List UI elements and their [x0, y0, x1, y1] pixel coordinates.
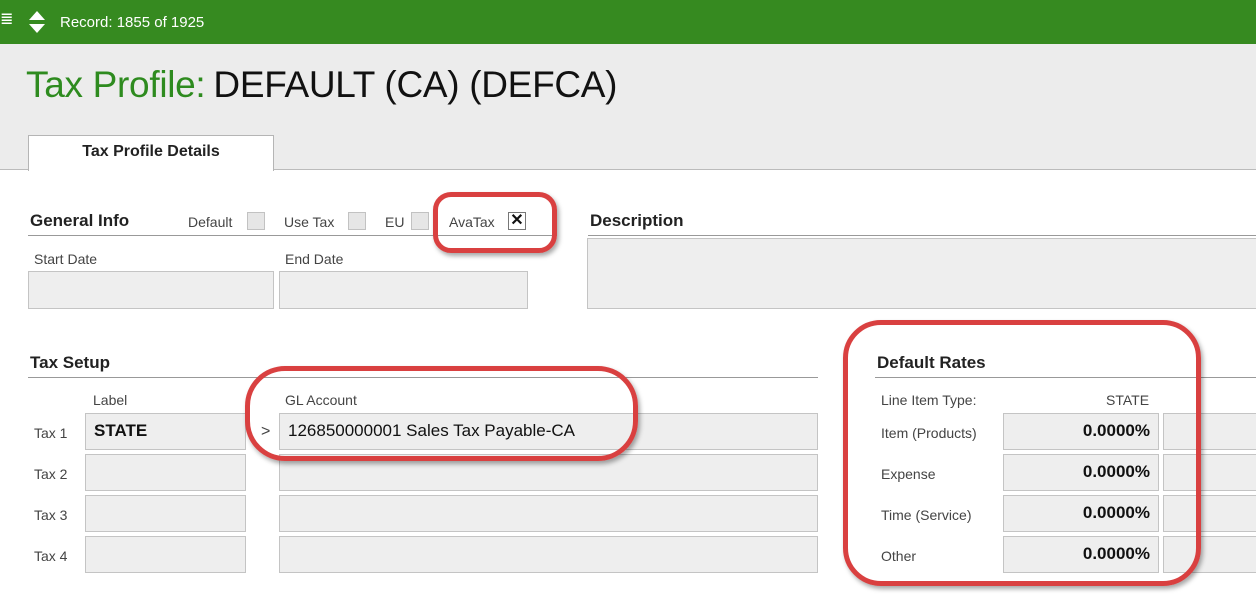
default-checkbox[interactable]	[247, 212, 265, 230]
record-counter: Record: 1855 of 1925	[60, 14, 205, 31]
page-title-label: Tax Profile:	[26, 64, 206, 105]
description-heading: Description	[590, 211, 684, 230]
tax-setup-heading: Tax Setup	[30, 353, 110, 372]
tax-3-gl-account-field[interactable]	[279, 495, 818, 532]
gl-account-header: GL Account	[285, 392, 357, 408]
tax-4-gl-account-field[interactable]	[279, 536, 818, 573]
general-info-heading: General Info	[30, 211, 130, 230]
tax-2-gl-account-field[interactable]	[279, 454, 818, 491]
end-date-field[interactable]	[279, 271, 528, 309]
tax-1-label-field[interactable]: STATE	[85, 413, 246, 450]
tax-2-name: Tax 2	[34, 466, 68, 482]
eu-checkbox[interactable]	[411, 212, 429, 230]
tax-1-gl-account-field[interactable]: 126850000001 Sales Tax Payable-CA	[279, 413, 818, 450]
description-field[interactable]	[587, 238, 1256, 309]
menu-icon[interactable]: ≣	[0, 12, 13, 28]
default-rates-divider	[875, 377, 1256, 378]
rate-type-other: Other	[881, 548, 917, 564]
default-rates-heading: Default Rates	[877, 353, 986, 372]
page-title-value: DEFAULT (CA) (DEFCA)	[213, 64, 618, 105]
time-rate-field[interactable]: 0.0000%	[1003, 495, 1159, 532]
other-rate-field[interactable]: 0.0000%	[1003, 536, 1159, 573]
page-title: Tax Profile: DEFAULT (CA) (DEFCA)	[26, 64, 617, 106]
record-toolbar: ≣ Record: 1855 of 1925	[0, 0, 1256, 44]
avatax-checkbox[interactable]: ✕	[508, 212, 526, 230]
tax-1-name: Tax 1	[34, 425, 68, 441]
item-rate-extra-field[interactable]	[1163, 413, 1256, 450]
tax-4-name: Tax 4	[34, 548, 68, 564]
tax-2-label-field[interactable]	[85, 454, 246, 491]
end-date-label: End Date	[285, 251, 344, 267]
expense-rate-extra-field[interactable]	[1163, 454, 1256, 491]
tax-3-name: Tax 3	[34, 507, 68, 523]
gl-account-lookup-icon[interactable]: >	[261, 423, 270, 441]
item-rate-field[interactable]: 0.0000%	[1003, 413, 1159, 450]
tab-tax-profile-details[interactable]: Tax Profile Details	[28, 135, 274, 171]
line-item-type-header: Line Item Type:	[881, 392, 977, 408]
tax-4-label-field[interactable]	[85, 536, 246, 573]
use-tax-checkbox[interactable]	[348, 212, 366, 230]
state-rate-header: STATE	[1106, 392, 1150, 408]
expense-rate-field[interactable]: 0.0000%	[1003, 454, 1159, 491]
use-tax-flag-label: Use Tax	[284, 214, 335, 230]
time-rate-extra-field[interactable]	[1163, 495, 1256, 532]
other-rate-extra-field[interactable]	[1163, 536, 1256, 573]
record-navigate-icon[interactable]	[28, 9, 46, 35]
rate-type-expense: Expense	[881, 466, 936, 482]
rate-type-item: Item (Products)	[881, 425, 977, 441]
description-divider	[588, 235, 1256, 236]
eu-flag-label: EU	[385, 214, 405, 230]
start-date-field[interactable]	[28, 271, 274, 309]
avatax-flag-label: AvaTax	[449, 214, 495, 230]
default-flag-label: Default	[188, 214, 233, 230]
tax-label-header: Label	[93, 392, 128, 408]
rate-type-time: Time (Service)	[881, 507, 972, 523]
general-info-divider	[28, 235, 557, 236]
tax-setup-divider	[28, 377, 818, 378]
start-date-label: Start Date	[34, 251, 98, 267]
tax-3-label-field[interactable]	[85, 495, 246, 532]
